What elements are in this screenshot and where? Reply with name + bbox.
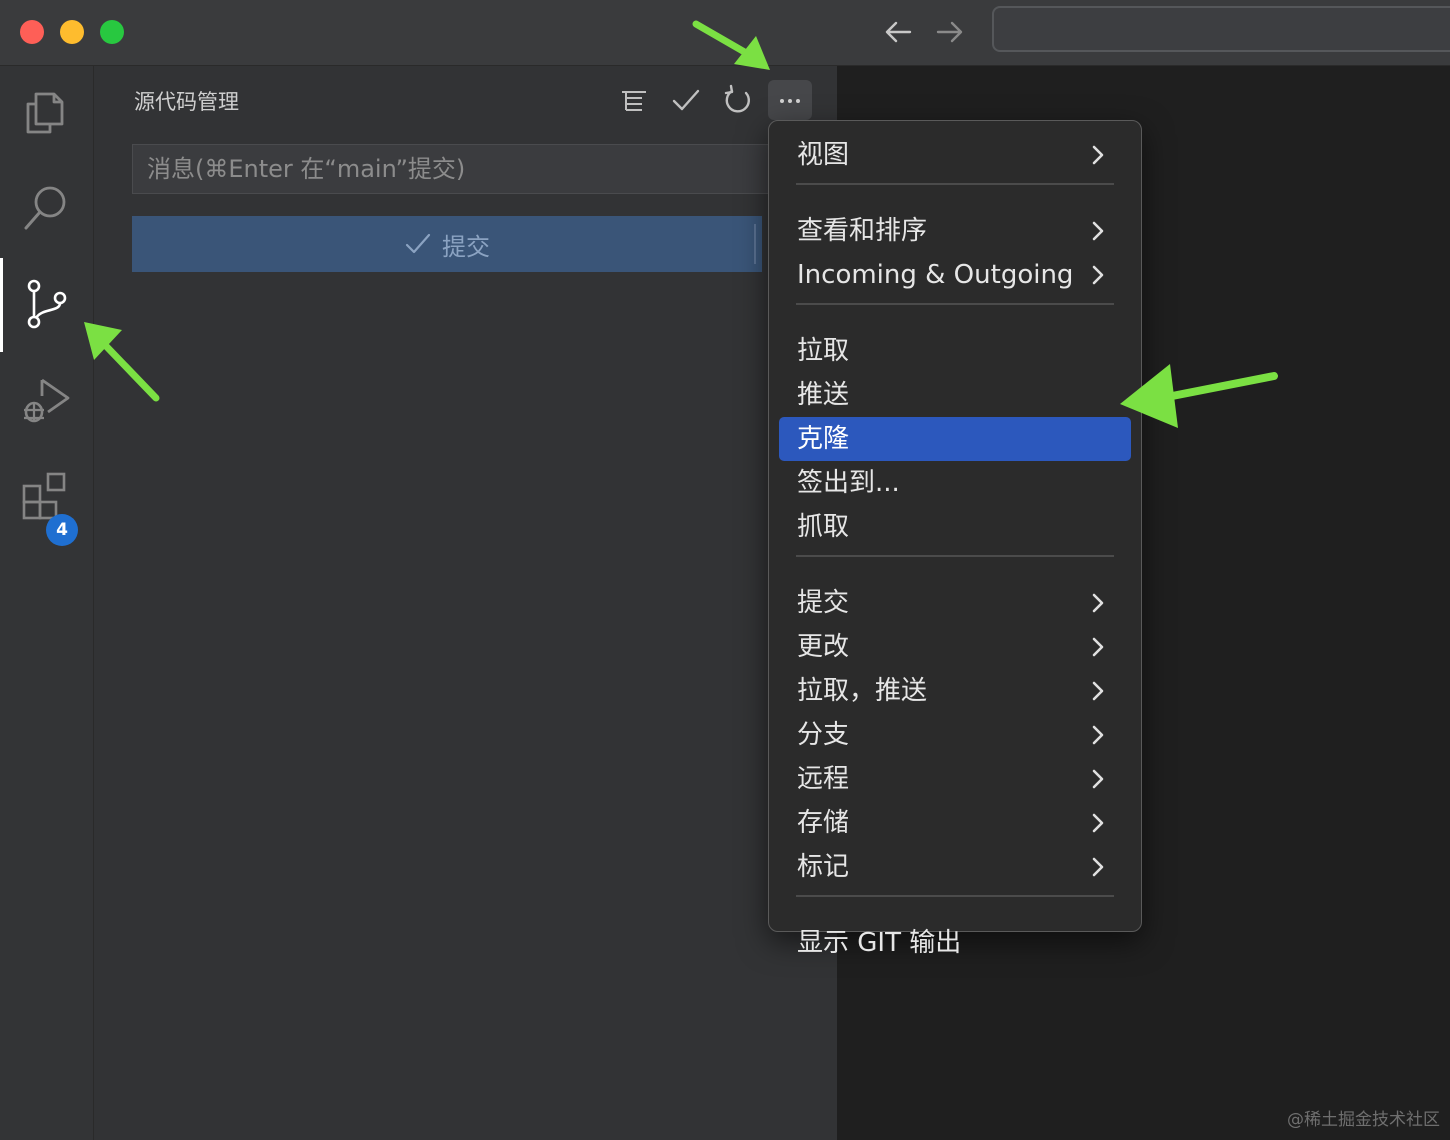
menu-separator	[796, 895, 1114, 897]
menu-item[interactable]: 签出到...	[779, 461, 1131, 505]
menu-item[interactable]: 提交	[779, 581, 1131, 625]
close-window-button[interactable]	[20, 20, 44, 44]
menu-item-label: 拉取	[797, 336, 850, 366]
menu-item-label: 分支	[797, 720, 850, 750]
chevron-right-icon	[1092, 265, 1104, 285]
menu-item-label: 推送	[797, 380, 850, 410]
view-as-tree-icon[interactable]	[612, 80, 656, 120]
chevron-right-icon	[1092, 637, 1104, 657]
menu-item-label: 克隆	[797, 424, 850, 454]
menu-item[interactable]: 查看和排序	[779, 209, 1131, 253]
menu-item-label: 远程	[797, 764, 850, 794]
sidebar-title: 源代码管理	[134, 90, 239, 114]
source-control-sidebar: 源代码管理 消息(⌘Enter 在“main”提交) 提交	[94, 66, 892, 1140]
extensions-icon[interactable]: 4	[0, 450, 94, 546]
files-icon[interactable]	[0, 66, 94, 160]
menu-item[interactable]: 抓取	[779, 505, 1131, 549]
commit-check-icon[interactable]	[664, 80, 708, 120]
annotation-arrow-icon	[84, 322, 160, 402]
menu-item[interactable]: 拉取，推送	[779, 669, 1131, 713]
watermark: @稀土掘金技术社区	[1287, 1110, 1440, 1130]
chevron-right-icon	[1092, 681, 1104, 701]
commit-button[interactable]: 提交	[132, 216, 762, 272]
menu-item-label: 拉取，推送	[797, 676, 928, 706]
more-actions-menu: 视图查看和排序 Incoming & Outgoing 拉取推送克隆签出到... 抓取…	[768, 120, 1142, 958]
menu-item-label: 查看和排序	[797, 216, 928, 246]
command-center-search[interactable]	[992, 6, 1450, 52]
commit-button-label: 提交	[442, 232, 490, 261]
menu-item-label: 抓取	[797, 512, 850, 542]
chevron-right-icon	[1092, 725, 1104, 745]
chevron-right-icon	[1092, 221, 1104, 241]
menu-item[interactable]: 分支	[779, 713, 1131, 757]
menu-item[interactable]: 克隆	[779, 417, 1131, 461]
menu-item[interactable]: Incoming & Outgoing	[779, 253, 1131, 297]
menu-separator	[796, 183, 1114, 185]
menu-item[interactable]: 存储	[779, 801, 1131, 845]
chevron-right-icon	[1092, 145, 1104, 165]
menu-item-label: 视图	[797, 140, 850, 170]
menu-item-label: Incoming & Outgoing	[797, 260, 1074, 290]
arrow-right-icon[interactable]	[932, 16, 968, 48]
chevron-right-icon	[1092, 857, 1104, 877]
menu-item-label: 更改	[797, 632, 850, 662]
menu-item[interactable]: 远程	[779, 757, 1131, 801]
menu-item-label: 签出到...	[797, 468, 900, 498]
search-icon[interactable]	[0, 162, 94, 256]
menu-item[interactable]: 推送	[779, 373, 1131, 417]
chevron-right-icon	[1092, 769, 1104, 789]
menu-item[interactable]: 拉取	[779, 329, 1131, 373]
check-icon	[405, 233, 431, 254]
menu-separator	[796, 555, 1114, 557]
chevron-right-icon	[1092, 593, 1104, 613]
menu-item[interactable]: 视图	[779, 133, 1131, 177]
minimize-window-button[interactable]	[60, 20, 84, 44]
commit-button-divider	[754, 224, 756, 264]
menu-item-label: 存储	[797, 808, 850, 838]
activity-bar: 4	[0, 66, 94, 1140]
menu-item-label: 显示 GIT 输出	[797, 928, 962, 958]
annotation-arrow-icon	[692, 20, 770, 70]
arrow-left-icon[interactable]	[880, 16, 916, 48]
menu-item-label: 标记	[797, 852, 850, 882]
menu-separator	[796, 303, 1114, 305]
menu-item[interactable]: 标记	[779, 845, 1131, 889]
annotation-arrow-icon	[1120, 364, 1278, 428]
menu-item[interactable]: 显示 GIT 输出	[779, 921, 1131, 965]
refresh-icon[interactable]	[716, 80, 760, 120]
menu-item-label: 提交	[797, 588, 850, 618]
more-actions-icon[interactable]	[768, 80, 812, 120]
chevron-right-icon	[1092, 813, 1104, 833]
extensions-badge: 4	[46, 514, 78, 546]
menu-item[interactable]: 更改	[779, 625, 1131, 669]
zoom-window-button[interactable]	[100, 20, 124, 44]
